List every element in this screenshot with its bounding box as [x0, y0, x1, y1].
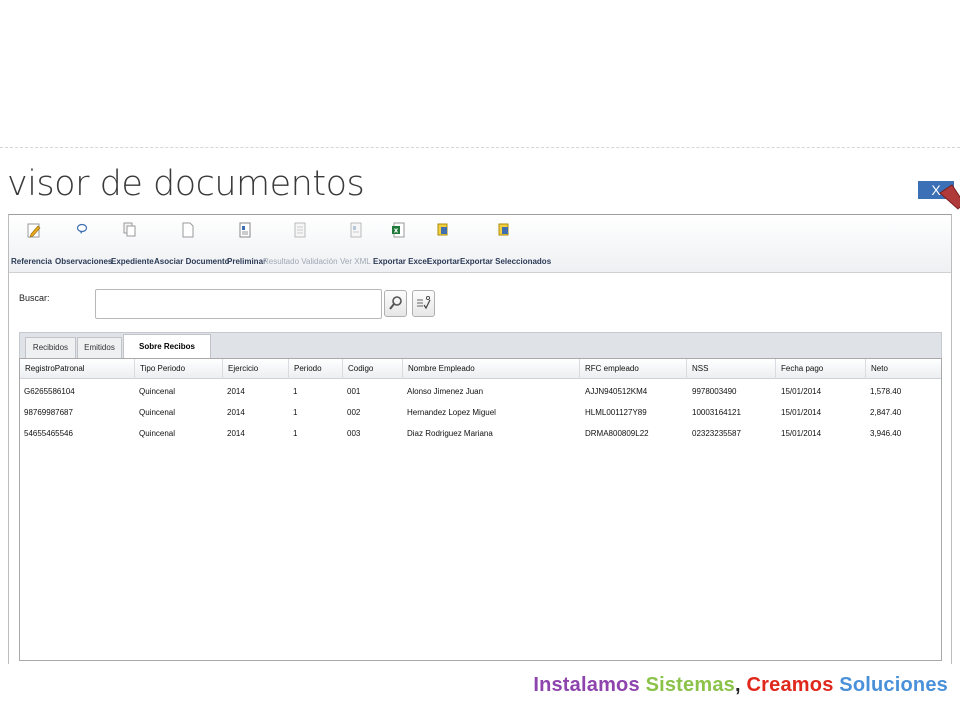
tab-recibidos[interactable]: Recibidos: [25, 337, 76, 358]
slogan-word-soluciones: Soluciones: [839, 674, 948, 696]
receipts-grid: RegistroPatronal Tipo Periodo Ejercicio …: [19, 358, 942, 661]
column-header-neto[interactable]: Neto: [866, 359, 941, 379]
grid-header: RegistroPatronal Tipo Periodo Ejercicio …: [20, 359, 941, 379]
cell-nombre-empleado: Hernandez Lopez Miguel: [407, 408, 496, 417]
tab-bar: Recibidos Emitidos Sobre Recibos: [19, 332, 942, 359]
cell-fecha-pago: 15/01/2014: [781, 387, 822, 396]
excel-icon: x: [392, 222, 405, 238]
cell-nss: 02323235587: [692, 429, 741, 438]
column-header-fecha-pago[interactable]: Fecha pago: [776, 359, 866, 379]
cell-periodo: 1: [293, 387, 298, 396]
cell-ejercicio: 2014: [227, 408, 245, 417]
toolbar-label: Exportar Excel: [373, 257, 430, 266]
table-row[interactable]: 54655465546 Quincenal 2014 1 003 Diaz Ro…: [20, 423, 941, 444]
tab-emitidos[interactable]: Emitidos: [77, 337, 122, 358]
slogan-word-creamos: Creamos: [746, 674, 834, 696]
cell-periodo: 1: [293, 408, 298, 417]
search-icon: [389, 296, 402, 310]
cell-codigo: 003: [347, 429, 361, 438]
cell-tipo-periodo: Quincenal: [139, 387, 176, 396]
toolbar-label: Ver XML: [340, 257, 371, 266]
column-header-periodo[interactable]: Periodo: [289, 359, 343, 379]
pointer-arrow-icon: [939, 184, 960, 210]
slogan-comma: ,: [735, 674, 741, 696]
cell-nss: 10003164121: [692, 408, 741, 417]
cell-registro-patronal: G6265586104: [24, 387, 75, 396]
cell-tipo-periodo: Quincenal: [139, 429, 176, 438]
toolbar-label: Asociar Documento: [154, 257, 230, 266]
column-header-codigo[interactable]: Codigo: [343, 359, 403, 379]
cell-neto: 1,578.40: [870, 387, 902, 396]
cell-neto: 2,847.40: [870, 408, 902, 417]
toolbar-label: Expediente: [111, 257, 154, 266]
validation-icon: [294, 222, 306, 238]
column-header-tipo-periodo[interactable]: Tipo Periodo: [135, 359, 223, 379]
search-button[interactable]: [384, 290, 407, 317]
cell-registro-patronal: 98769987687: [24, 408, 73, 417]
document-icon: [182, 222, 194, 238]
xml-icon: [350, 222, 362, 238]
table-row[interactable]: G6265586104 Quincenal 2014 1 001 Alonso …: [20, 381, 941, 402]
column-header-rfc-empleado[interactable]: RFC empleado: [580, 359, 687, 379]
top-divider: [0, 147, 960, 148]
slogan-word-sistemas: Sistemas: [645, 674, 735, 696]
cell-fecha-pago: 15/01/2014: [781, 408, 822, 417]
cell-nombre-empleado: Alonso Jimenez Juan: [407, 387, 484, 396]
cell-neto: 3,946.40: [870, 429, 902, 438]
toolbar: Referencia Observaciones Expediente Asoc…: [9, 215, 951, 273]
preview-icon: [239, 222, 251, 238]
column-header-nss[interactable]: NSS: [687, 359, 776, 379]
cell-codigo: 002: [347, 408, 361, 417]
cell-rfc-empleado: AJJN940512KM4: [585, 387, 648, 396]
export-selected-icon: [498, 223, 509, 236]
cell-periodo: 1: [293, 429, 298, 438]
column-header-ejercicio[interactable]: Ejercicio: [223, 359, 289, 379]
column-header-registro-patronal[interactable]: RegistroPatronal: [20, 359, 135, 379]
pencil-icon: [27, 223, 41, 238]
table-row[interactable]: 98769987687 Quincenal 2014 1 002 Hernand…: [20, 402, 941, 423]
search-input[interactable]: [95, 289, 382, 319]
cell-ejercicio: 2014: [227, 429, 245, 438]
page-title: visor de documentos: [7, 164, 365, 204]
column-header-nombre-empleado[interactable]: Nombre Empleado: [403, 359, 580, 379]
toolbar-label: Exportar: [427, 257, 460, 266]
cell-ejercicio: 2014: [227, 387, 245, 396]
filter-list-icon: [417, 295, 431, 310]
toolbar-label: Observaciones: [55, 257, 113, 266]
slogan: Instalamos Sistemas, Creamos Soluciones: [533, 674, 948, 697]
search-label: Buscar:: [19, 293, 50, 303]
cell-rfc-empleado: DRMA800809L22: [585, 429, 649, 438]
cell-nombre-empleado: Diaz Rodriguez Mariana: [407, 429, 493, 438]
slogan-word-instalamos: Instalamos: [533, 674, 640, 696]
filter-options-button[interactable]: [412, 290, 435, 317]
toolbar-label: Referencia: [11, 257, 52, 266]
cell-fecha-pago: 15/01/2014: [781, 429, 822, 438]
svg-text:x: x: [394, 227, 399, 235]
toolbar-label: Resultado Validación: [263, 257, 338, 266]
toolbar-label: Exportar Seleccionados: [460, 257, 552, 266]
tab-sobre-recibos[interactable]: Sobre Recibos: [123, 334, 211, 359]
toolbar-label: Preliminar: [227, 257, 267, 266]
export-icon: [437, 223, 448, 236]
copy-icon: [123, 222, 136, 237]
comment-icon: [76, 223, 88, 234]
cell-tipo-periodo: Quincenal: [139, 408, 176, 417]
cell-rfc-empleado: HLML001127Y89: [585, 408, 647, 417]
cell-registro-patronal: 54655465546: [24, 429, 73, 438]
document-viewer-window: Referencia Observaciones Expediente Asoc…: [8, 214, 952, 664]
cell-nss: 9978003490: [692, 387, 737, 396]
cell-codigo: 001: [347, 387, 361, 396]
